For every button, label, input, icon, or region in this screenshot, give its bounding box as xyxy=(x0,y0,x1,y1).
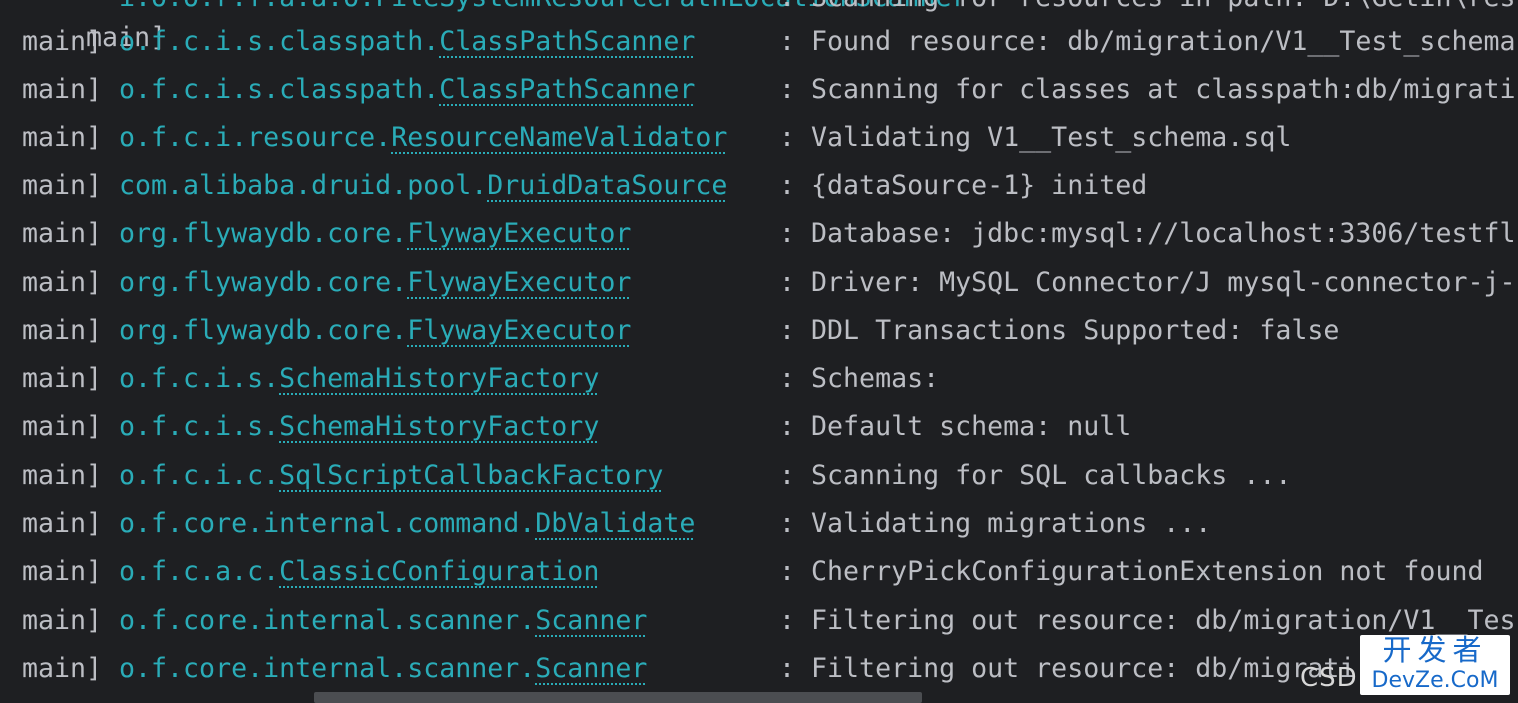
log-thread: main] xyxy=(22,460,103,491)
log-message: : Filtering out resource: db/migrati xyxy=(779,653,1356,684)
console-output[interactable]: main] i.o.o.r.f.a.a.o.FileSystemResource… xyxy=(0,0,1518,703)
log-logger: o.f.c.a.c.ClassicConfiguration xyxy=(119,552,599,592)
watermark-cn-text: 开发者 xyxy=(1382,635,1488,667)
log-line: main] xyxy=(22,263,102,303)
logger-class-link[interactable]: DbValidate xyxy=(535,508,695,539)
logger-class-link[interactable]: ResourceNameValidator xyxy=(391,122,727,153)
logger-package: o.f.c.i.c. xyxy=(119,460,280,491)
log-line: main] xyxy=(22,456,102,496)
log-line: main] xyxy=(22,166,102,206)
log-message: : Validating V1__Test_schema.sql xyxy=(779,122,1292,153)
logger-package: o.f.c.i.s.classpath. xyxy=(119,26,440,57)
log-logger: org.flywaydb.core.FlywayExecutor xyxy=(119,311,631,351)
logger-package: o.f.c.i.s. xyxy=(119,363,280,394)
logger-class-link[interactable]: SchemaHistoryFactory xyxy=(279,411,599,442)
log-thread: main] xyxy=(22,267,103,298)
log-line: main] xyxy=(22,214,102,254)
log-thread: main] xyxy=(22,363,103,394)
logger-class-link[interactable]: Scanner xyxy=(535,653,647,684)
log-logger: o.f.core.internal.command.DbValidate xyxy=(119,504,695,544)
watermark: CSD 开发者 DevZe.CoM xyxy=(1300,633,1510,695)
log-line: main] xyxy=(22,311,102,351)
log-message: : CherryPickConfigurationExtension not f… xyxy=(779,556,1484,587)
log-logger: o.f.core.internal.scanner.Scanner xyxy=(119,601,647,641)
logger-class-link[interactable]: SchemaHistoryFactory xyxy=(279,363,599,394)
logger-package: o.f.core.internal.scanner. xyxy=(119,605,536,636)
log-logger: org.flywaydb.core.FlywayExecutor xyxy=(119,214,631,254)
log-thread: main] xyxy=(22,605,103,636)
log-line: main] xyxy=(22,22,102,62)
log-line: main] xyxy=(22,649,102,689)
watermark-prefix: CSD xyxy=(1300,663,1358,693)
log-message-partial: : Scanning for resources in path: D:\Get… xyxy=(779,0,1516,18)
log-thread: main] xyxy=(22,26,103,57)
log-logger: org.flywaydb.core.FlywayExecutor xyxy=(119,263,631,303)
log-logger: o.f.core.internal.scanner.Scanner xyxy=(119,649,647,689)
logger-class-link[interactable]: FlywayExecutor xyxy=(407,267,631,298)
logger-package: com.alibaba.druid.pool. xyxy=(119,170,488,201)
log-message: : Default schema: null xyxy=(779,411,1132,442)
log-logger: o.f.c.i.s.SchemaHistoryFactory xyxy=(119,407,599,447)
logger-package: o.f.core.internal.scanner. xyxy=(119,653,536,684)
horizontal-scrollbar-thumb[interactable] xyxy=(314,692,922,703)
logger-class-link[interactable]: DruidDataSource xyxy=(487,170,727,201)
log-message: : Driver: MySQL Connector/J mysql-connec… xyxy=(779,267,1516,298)
logger-package: org.flywaydb.core. xyxy=(119,267,408,298)
log-thread: main] xyxy=(22,556,103,587)
log-line: main] xyxy=(22,504,102,544)
log-line: main] xyxy=(22,118,102,158)
log-logger: o.f.c.i.s.SchemaHistoryFactory xyxy=(119,359,599,399)
log-message: : Found resource: db/migration/V1__Test_… xyxy=(779,26,1516,57)
log-logger: o.f.c.i.resource.ResourceNameValidator xyxy=(119,118,727,158)
log-logger: o.f.c.i.s.classpath.ClassPathScanner xyxy=(119,70,695,110)
log-thread: main] xyxy=(22,508,103,539)
watermark-en-text: DevZe.CoM xyxy=(1371,668,1499,693)
logger-package: o.f.c.i.s.classpath. xyxy=(119,74,440,105)
logger-class-link[interactable]: ClassPathScanner xyxy=(439,74,695,105)
log-thread: main] xyxy=(22,122,103,153)
logger-class-link[interactable]: ClassPathScanner xyxy=(439,26,695,57)
log-thread: main] xyxy=(22,218,103,249)
log-thread: main] xyxy=(22,74,103,105)
log-logger: com.alibaba.druid.pool.DruidDataSource xyxy=(119,166,727,206)
logger-class-link[interactable]: FlywayExecutor xyxy=(407,315,631,346)
log-line: main] xyxy=(22,552,102,592)
log-line: main] xyxy=(22,407,102,447)
logger-class-link[interactable]: FlywayExecutor xyxy=(407,218,631,249)
log-thread: main] xyxy=(22,653,103,684)
log-message: : DDL Transactions Supported: false xyxy=(779,315,1340,346)
log-message: : Schemas: xyxy=(779,363,940,394)
log-message: : Validating migrations ... xyxy=(779,508,1212,539)
log-thread: main] xyxy=(22,170,103,201)
log-logger: o.f.c.i.c.SqlScriptCallbackFactory xyxy=(119,456,663,496)
log-line: main] xyxy=(22,359,102,399)
log-message: : Scanning for SQL callbacks ... xyxy=(779,460,1292,491)
logger-package: org.flywaydb.core. xyxy=(119,218,408,249)
log-line: main] xyxy=(22,601,102,641)
logger-package: o.f.core.internal.command. xyxy=(119,508,536,539)
log-message: : {dataSource-1} inited xyxy=(779,170,1148,201)
logger-class-link[interactable]: ClassicConfiguration xyxy=(279,556,599,587)
logger-package: org.flywaydb.core. xyxy=(119,315,408,346)
logger-package: o.f.c.a.c. xyxy=(119,556,280,587)
log-thread: main] xyxy=(22,315,103,346)
log-message: : Scanning for classes at classpath:db/m… xyxy=(779,74,1516,105)
logger-class-link[interactable]: SqlScriptCallbackFactory xyxy=(279,460,663,491)
log-logger: o.f.c.i.s.classpath.ClassPathScanner xyxy=(119,22,695,62)
log-line: main] xyxy=(22,70,102,110)
watermark-logo: 开发者 DevZe.CoM xyxy=(1360,635,1510,695)
logger-package: o.f.c.i.s. xyxy=(119,411,280,442)
logger-class-link[interactable]: Scanner xyxy=(535,605,647,636)
log-message: : Database: jdbc:mysql://localhost:3306/… xyxy=(779,218,1516,249)
logger-package: o.f.c.i.resource. xyxy=(119,122,392,153)
log-thread: main] xyxy=(22,411,103,442)
